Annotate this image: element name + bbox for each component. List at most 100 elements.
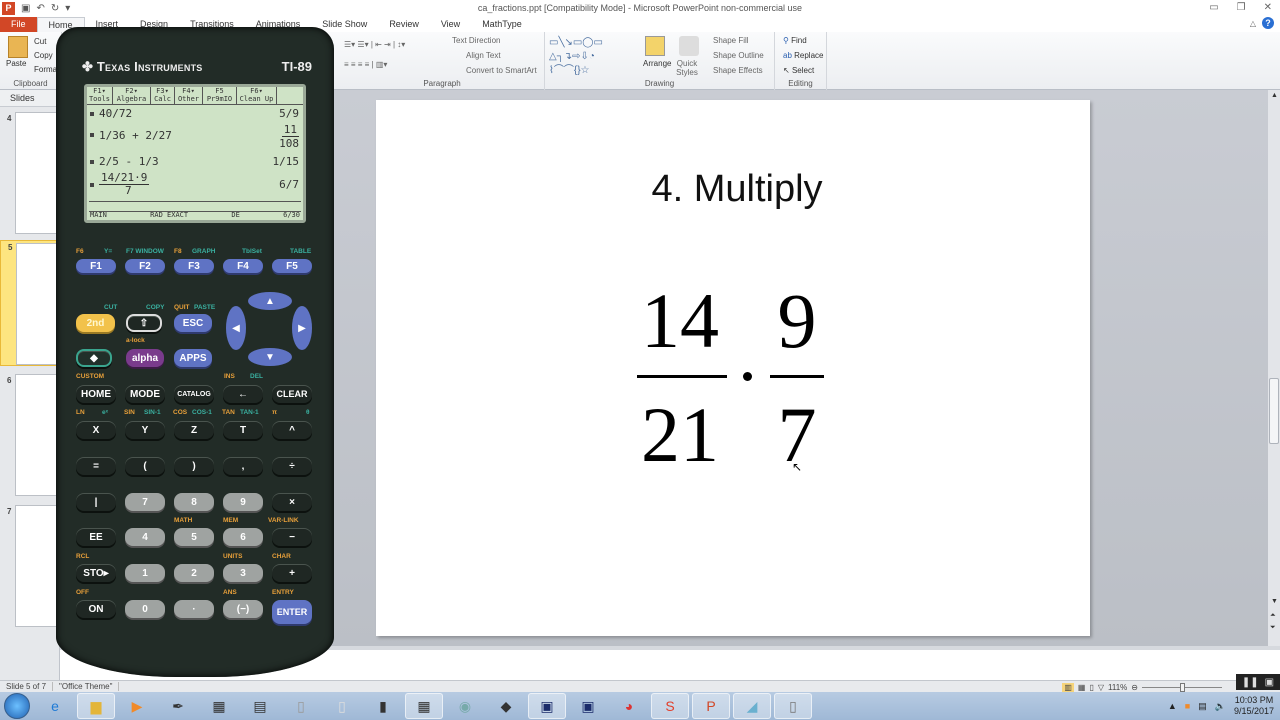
power-key[interactable]: ^ (272, 421, 312, 439)
find-button[interactable]: ⚲ Find (783, 36, 807, 45)
comma-key[interactable]: , (223, 457, 263, 475)
nine-key[interactable]: 9 (223, 493, 263, 511)
zoom-slider[interactable] (1142, 682, 1222, 692)
tab-review[interactable]: Review (378, 17, 430, 32)
six-key[interactable]: 6 (223, 528, 263, 546)
minimize-ribbon-icon[interactable]: △ (1250, 19, 1256, 28)
zoom-level[interactable]: 111% (1108, 683, 1127, 692)
t-key[interactable]: T (223, 421, 263, 439)
network-icon[interactable]: ▤ (1198, 701, 1207, 712)
mode-key[interactable]: MODE (125, 385, 165, 403)
calculator-taskbar-icon[interactable]: ▯ (774, 693, 812, 719)
multiply-key[interactable]: × (272, 493, 312, 511)
copy-button[interactable]: Copy (34, 51, 53, 60)
slide-canvas[interactable]: 4. Multiply 14 21 9 7 (376, 100, 1090, 636)
customize-icon[interactable]: ▾ (65, 3, 70, 14)
arrange-button[interactable]: Arrange (643, 59, 671, 68)
normal-view-icon[interactable]: ▥ (1062, 682, 1074, 692)
redo-icon[interactable]: ↻ (51, 3, 59, 14)
five-key[interactable]: 5 (174, 528, 214, 546)
negative-key[interactable]: (−) (223, 600, 263, 618)
restore-button[interactable]: ❐ (1237, 2, 1246, 13)
f1-key[interactable]: F1 (76, 259, 116, 273)
eight-key[interactable]: 8 (174, 493, 214, 511)
zero-key[interactable]: 0 (125, 600, 165, 618)
scroll-thumb[interactable] (1269, 378, 1279, 444)
shift-key[interactable]: ⇧ (126, 314, 162, 332)
ee-key[interactable]: EE (76, 528, 116, 546)
select-button[interactable]: ↖ Select (783, 66, 814, 75)
slide-thumbnail-5[interactable]: 5 (0, 240, 66, 366)
snagit-icon[interactable]: S (651, 693, 689, 719)
replace-button[interactable]: ab Replace (783, 51, 823, 60)
slide-thumbnail-6[interactable]: 6 (0, 374, 65, 498)
store-key[interactable]: STO▸ (76, 564, 116, 582)
pause-icon[interactable]: ❚❚ (1242, 677, 1259, 688)
start-button[interactable] (4, 693, 30, 719)
backspace-key[interactable]: ← (223, 385, 263, 403)
notepad-icon[interactable]: ◢ (733, 693, 771, 719)
four-key[interactable]: 4 (125, 528, 165, 546)
webcam-toggle-icon[interactable]: ▣ (1265, 677, 1274, 688)
decimal-key[interactable]: · (174, 600, 214, 618)
right-paren-key[interactable]: ) (174, 457, 214, 475)
enter-key[interactable]: ENTER (272, 600, 312, 624)
esc-key[interactable]: ESC (174, 314, 212, 332)
minus-key[interactable]: − (272, 528, 312, 546)
f5-key[interactable]: F5 (272, 259, 312, 273)
office-tray-icon[interactable]: ■ (1185, 701, 1190, 711)
clear-key[interactable]: CLEAR (272, 385, 312, 403)
reading-view-icon[interactable]: ▯ (1089, 683, 1093, 692)
align-icons[interactable]: ≡ ≡ ≡ ≡ | ▥▾ (344, 60, 387, 69)
show-hidden-icons[interactable]: ▲ (1168, 701, 1177, 711)
media-player-icon[interactable]: ▶ (118, 693, 156, 719)
x-key[interactable]: X (76, 421, 116, 439)
slide-thumbnail-4[interactable]: 4 (0, 112, 65, 236)
scroll-up-icon[interactable]: ▲ (1271, 92, 1278, 99)
home-key[interactable]: HOME (76, 385, 116, 403)
catalog-key[interactable]: CATALOG (174, 385, 214, 403)
tab-slides[interactable]: Slides (0, 90, 60, 107)
paste-icon[interactable] (8, 36, 28, 58)
file-explorer-icon[interactable]: ▆ (77, 693, 115, 719)
calculator-app-3-icon[interactable]: ▯ (282, 693, 320, 719)
network-disk-1-icon[interactable]: ▣ (528, 693, 566, 719)
slide-title[interactable]: 4. Multiply (376, 168, 1090, 211)
divide-key[interactable]: ÷ (272, 457, 312, 475)
f4-key[interactable]: F4 (223, 259, 263, 273)
undo-icon[interactable]: ↶ (36, 3, 44, 14)
z-key[interactable]: Z (174, 421, 214, 439)
clock[interactable]: 10:03 PM 9/15/2017 (1234, 695, 1274, 717)
minimize-button[interactable]: ▭ (1209, 2, 1218, 13)
convert-smartart-button[interactable]: Convert to SmartArt (466, 66, 537, 75)
volume-icon[interactable]: 🔈 (1215, 701, 1226, 712)
help-icon[interactable]: ? (1262, 17, 1274, 29)
save-icon[interactable]: ▣ (21, 3, 30, 14)
zoom-out-icon[interactable]: ⊖ (1131, 683, 1138, 692)
align-text-button[interactable]: Align Text (466, 51, 501, 60)
paste-button[interactable]: Paste (6, 59, 26, 68)
right-arrow-key[interactable]: ▶ (292, 306, 312, 350)
internet-explorer-icon[interactable]: e (36, 693, 74, 719)
calculator-app-5-icon[interactable]: ▮ (364, 693, 402, 719)
2nd-key[interactable]: 2nd (76, 314, 115, 332)
webcam-icon[interactable]: ◉ (446, 693, 484, 719)
app-recorder-icon[interactable]: ◆ (487, 693, 525, 719)
alpha-key[interactable]: alpha (126, 349, 164, 367)
two-key[interactable]: 2 (174, 564, 214, 582)
seven-key[interactable]: 7 (125, 493, 165, 511)
text-direction-button[interactable]: Text Direction (452, 36, 500, 45)
shape-effects-button[interactable]: Shape Effects (713, 66, 763, 75)
tab-file[interactable]: File (0, 17, 37, 32)
apps-key[interactable]: APPS (174, 349, 212, 367)
three-key[interactable]: 3 (223, 564, 263, 582)
bar-key[interactable]: | (76, 493, 116, 511)
one-key[interactable]: 1 (125, 564, 165, 582)
calculator-bunny-icon[interactable]: ▦ (405, 693, 443, 719)
left-arrow-key[interactable]: ◀ (226, 306, 246, 350)
on-key[interactable]: ON (76, 600, 116, 618)
quick-styles-icon[interactable] (679, 36, 699, 56)
vertical-scrollbar[interactable]: ▲ ▼ ⏶ ⏷ (1268, 90, 1280, 646)
calculator-app-1-icon[interactable]: ▦ (200, 693, 238, 719)
quick-styles-button[interactable]: Quick Styles (675, 59, 699, 77)
